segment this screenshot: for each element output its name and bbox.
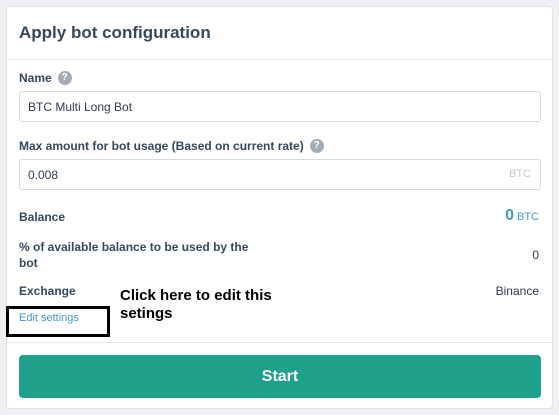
balance-unit: BTC [517, 211, 539, 223]
available-balance-value: 0 [532, 248, 539, 262]
max-amount-label: Max amount for bot usage (Based on curre… [19, 139, 304, 153]
balance-amount: 0 [505, 207, 514, 224]
name-label-row: Name? [19, 70, 72, 86]
available-balance-label-line2: bot [19, 256, 38, 270]
card-title: Apply bot configuration [19, 23, 211, 42]
annotation-line2: setings [120, 305, 173, 322]
start-button[interactable]: Start [19, 355, 541, 398]
card-header: Apply bot configuration [7, 7, 552, 60]
max-amount-input[interactable] [19, 159, 541, 190]
annotation-highlight-box [6, 306, 110, 337]
max-amount-currency-suffix: BTC [509, 168, 531, 180]
balance-value: 0 BTC [505, 207, 539, 225]
bot-config-card: Apply bot configuration Name? Max amount… [6, 6, 553, 409]
name-help-icon[interactable]: ? [57, 70, 72, 85]
max-amount-label-row: Max amount for bot usage (Based on curre… [19, 138, 324, 154]
name-input[interactable] [19, 91, 541, 122]
balance-label: Balance [19, 210, 66, 224]
name-label: Name [19, 71, 52, 85]
footer-divider [7, 342, 552, 343]
available-balance-label-line1: % of available balance to be used by the [19, 240, 249, 254]
annotation-text: Click here to edit this setings [120, 287, 310, 323]
available-balance-label: % of available balance to be used by the… [19, 239, 248, 271]
exchange-value: Binance [495, 284, 539, 298]
max-amount-help-icon[interactable]: ? [309, 138, 324, 153]
exchange-label: Exchange [19, 284, 76, 298]
annotation-line1: Click here to edit this [120, 287, 272, 304]
